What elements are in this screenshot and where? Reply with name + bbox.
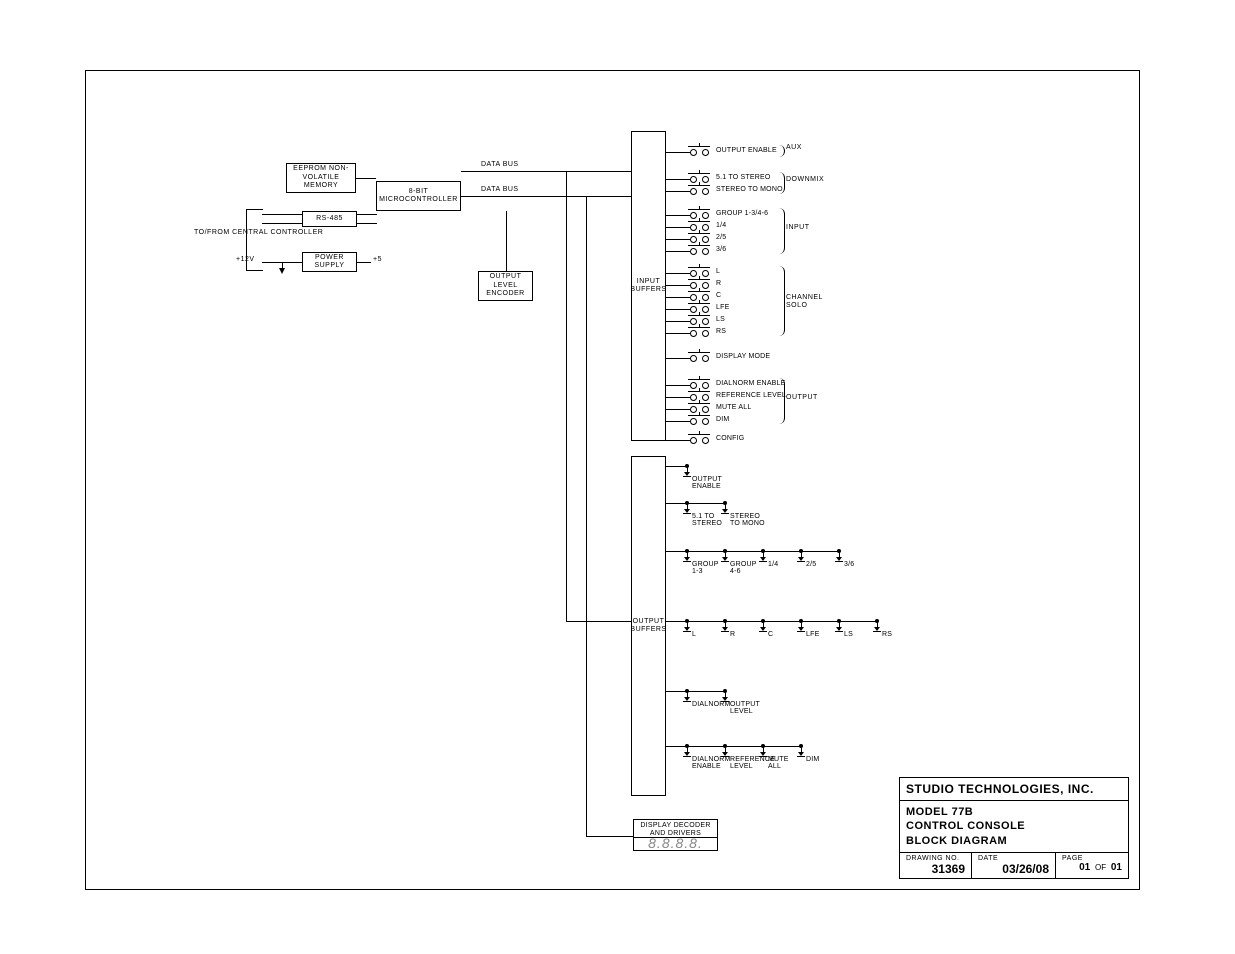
switch-solo-1[interactable]: R — [690, 276, 712, 288]
wire-label-data-bus-2: DATA BUS — [481, 186, 519, 194]
led-row1-0-label: OUTPUTENABLE — [692, 476, 732, 491]
ground-icon — [279, 268, 285, 274]
switch-group-downmix: DOWNMIX — [786, 176, 824, 184]
led-row3-3: 2/5 — [796, 551, 806, 565]
switch-solo-5-label: RS — [716, 328, 726, 336]
led-row4-2: C — [758, 621, 768, 635]
seven-segment-display: 8.8.8.8. — [634, 835, 717, 851]
switch-input-0[interactable]: GROUP 1-3/4-6 — [690, 206, 712, 218]
led-row5-0: DIALNORM — [682, 691, 692, 705]
led-row6-2: MUTEALL — [758, 746, 768, 760]
page-of: OF — [1093, 863, 1108, 872]
switch-solo-3[interactable]: LFE — [690, 300, 712, 312]
switch-input-1[interactable]: 1/4 — [690, 218, 712, 230]
switch-solo-0-label: L — [716, 268, 720, 276]
switch-input-2-label: 2/5 — [716, 234, 726, 242]
switch-output-2-label: MUTE ALL — [716, 404, 751, 412]
switch-downmix-0[interactable]: 5.1 TO STEREO — [690, 170, 712, 182]
led-row4-0: L — [682, 621, 692, 635]
title-company: STUDIO TECHNOLOGIES, INC. — [906, 782, 1094, 796]
switch-downmix-1[interactable]: STEREO TO MONO — [690, 182, 712, 194]
led-row3-0: GROUP1-3 — [682, 551, 692, 565]
led-row3-2: 1/4 — [758, 551, 768, 565]
led-row6-3: DIM — [796, 746, 806, 760]
led-row5-1: OUTPUTLEVEL — [720, 691, 730, 705]
switch-solo-4-label: LS — [716, 316, 725, 324]
wire-label-data-bus-1: DATA BUS — [481, 161, 519, 169]
switch-input-3-label: 3/6 — [716, 246, 726, 254]
switch-display-0-label: DISPLAY MODE — [716, 353, 770, 361]
switch-input-0-label: GROUP 1-3/4-6 — [716, 210, 768, 218]
block-rs485: RS-485 — [302, 211, 357, 227]
output-buffers-label: OUTPUT BUFFERS — [630, 618, 666, 633]
led-row2-1: STEREOTO MONO — [720, 503, 730, 517]
switch-output-2[interactable]: MUTE ALL — [690, 400, 712, 412]
switch-output-0[interactable]: DIALNORM ENABLE — [690, 376, 712, 388]
switch-solo-3-label: LFE — [716, 304, 729, 312]
led-row2-1-label: STEREOTO MONO — [730, 513, 770, 528]
label-plus12v: +12V — [236, 256, 255, 264]
switch-group-solo: CHANNEL SOLO — [786, 294, 823, 309]
drawing-frame: EEPROM NON-VOLATILE MEMORY 8-BIT MICROCO… — [85, 70, 1140, 890]
switch-downmix-0-label: 5.1 TO STEREO — [716, 174, 770, 182]
switch-solo-0[interactable]: L — [690, 264, 712, 276]
field-drawing-no-val: 31369 — [906, 862, 965, 876]
led-row4-3: LFE — [796, 621, 806, 635]
switch-solo-1-label: R — [716, 280, 721, 288]
switch-downmix-1-label: STEREO TO MONO — [716, 186, 783, 194]
led-row3-4-label: 3/6 — [844, 561, 884, 568]
switch-aux-0[interactable]: OUTPUT ENABLE — [690, 143, 712, 155]
block-psu: POWER SUPPLY — [302, 252, 357, 272]
switch-solo-5[interactable]: RS — [690, 324, 712, 336]
led-row6-3-label: DIM — [806, 756, 846, 763]
switch-group-aux: AUX — [786, 144, 802, 152]
led-row5-1-label: OUTPUTLEVEL — [730, 701, 770, 716]
switch-input-3[interactable]: 3/6 — [690, 242, 712, 254]
switch-group-output: OUTPUT — [786, 394, 818, 402]
led-row4-5: RS — [872, 621, 882, 635]
field-date-key: DATE — [978, 853, 1049, 862]
switch-input-2[interactable]: 2/5 — [690, 230, 712, 242]
switch-solo-4[interactable]: LS — [690, 312, 712, 324]
title-text: MODEL 77B CONTROL CONSOLE BLOCK DIAGRAM — [906, 805, 1025, 848]
block-output-buffers: OUTPUT BUFFERS — [631, 456, 666, 796]
block-display-decoder: DISPLAY DECODER AND DRIVERS 8.8.8.8. — [633, 819, 718, 851]
switch-config-0[interactable]: CONFIG — [690, 431, 712, 443]
led-row6-0: DIALNORMENABLE — [682, 746, 692, 760]
led-row3-4: 3/6 — [834, 551, 844, 565]
switch-input-1-label: 1/4 — [716, 222, 726, 230]
switch-aux-0-label: OUTPUT ENABLE — [716, 147, 777, 155]
block-mcu: 8-BIT MICROCONTROLLER — [376, 181, 461, 211]
switch-solo-2-label: C — [716, 292, 721, 300]
switch-group-input: INPUT — [786, 224, 810, 232]
label-plus5v: +5 — [373, 256, 382, 264]
led-row4-5-label: RS — [882, 631, 922, 638]
page: EEPROM NON-VOLATILE MEMORY 8-BIT MICROCO… — [0, 0, 1235, 954]
field-date-val: 03/26/08 — [978, 862, 1049, 876]
field-page-key: PAGE — [1062, 853, 1122, 862]
input-buffers-label: INPUT BUFFERS — [630, 278, 666, 293]
block-output-level-encoder: OUTPUT LEVEL ENCODER — [478, 271, 533, 301]
led-row3-1: GROUP4-6 — [720, 551, 730, 565]
switch-output-1[interactable]: REFERENCE LEVEL — [690, 388, 712, 400]
page-current: 01 — [1079, 862, 1090, 873]
led-row2-0: 5.1 TOSTEREO — [682, 503, 692, 517]
block-input-buffers: INPUT BUFFERS — [631, 131, 666, 441]
led-row6-1: REFERENCELEVEL — [720, 746, 730, 760]
field-drawing-no-key: DRAWING NO. — [906, 853, 965, 862]
led-row4-4: LS — [834, 621, 844, 635]
block-eeprom: EEPROM NON-VOLATILE MEMORY — [286, 163, 356, 193]
switch-config-0-label: CONFIG — [716, 435, 744, 443]
switch-display-0[interactable]: DISPLAY MODE — [690, 349, 712, 361]
led-row4-1: R — [720, 621, 730, 635]
page-total: 01 — [1111, 862, 1122, 873]
switch-solo-2[interactable]: C — [690, 288, 712, 300]
switch-output-3[interactable]: DIM — [690, 412, 712, 424]
led-row1-0: OUTPUTENABLE — [682, 466, 692, 480]
title-block: STUDIO TECHNOLOGIES, INC. MODEL 77B CONT… — [899, 777, 1129, 879]
switch-output-3-label: DIM — [716, 416, 729, 424]
